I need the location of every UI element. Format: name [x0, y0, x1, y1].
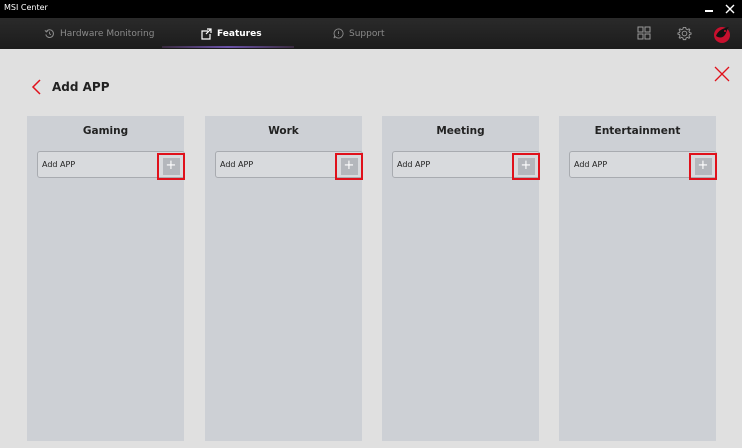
category-column-work: Work Add APP +: [205, 116, 363, 441]
add-app-field[interactable]: Add APP +: [37, 151, 185, 180]
active-tab-indicator: [162, 46, 294, 48]
add-app-button[interactable]: +: [689, 153, 717, 180]
category-column-entertainment: Entertainment Add APP +: [559, 116, 717, 441]
plus-icon: +: [340, 158, 358, 175]
back-chevron-icon[interactable]: [31, 79, 43, 95]
column-title: Gaming: [82, 125, 129, 137]
window-close-icon[interactable]: [722, 0, 738, 18]
add-app-button[interactable]: +: [335, 153, 363, 180]
title-bar: MSI Center: [0, 0, 742, 18]
window-title: MSI Center: [4, 3, 48, 12]
top-navigation: Hardware Monitoring Features Support: [0, 18, 742, 49]
tab-features[interactable]: Features: [200, 18, 262, 49]
minimize-icon[interactable]: [702, 0, 716, 18]
column-title: Meeting: [436, 125, 485, 137]
column-title: Work: [268, 125, 299, 137]
plus-icon: +: [517, 158, 535, 175]
share-square-icon: [201, 27, 212, 40]
column-title: Entertainment: [594, 125, 681, 137]
plus-icon: +: [694, 158, 712, 175]
add-app-label: Add APP: [397, 160, 431, 169]
grid-icon[interactable]: [637, 26, 651, 40]
page-title: Add APP: [52, 80, 110, 94]
category-column-gaming: Gaming Add APP +: [27, 116, 185, 441]
add-app-field[interactable]: Add APP +: [392, 151, 540, 180]
close-icon[interactable]: [714, 66, 730, 82]
add-app-label: Add APP: [574, 160, 608, 169]
plus-icon: +: [162, 158, 180, 175]
category-column-meeting: Meeting Add APP +: [382, 116, 540, 441]
refresh-circle-icon: [44, 29, 54, 38]
add-app-label: Add APP: [220, 160, 254, 169]
add-app-field[interactable]: Add APP +: [215, 151, 363, 180]
tab-label: Support: [349, 28, 385, 39]
tab-label: Hardware Monitoring: [60, 28, 155, 39]
gear-icon[interactable]: [677, 26, 692, 41]
dragon-logo-icon[interactable]: [712, 24, 732, 44]
tab-label: Features: [217, 28, 262, 39]
add-app-label: Add APP: [42, 160, 76, 169]
add-app-button[interactable]: +: [157, 153, 185, 180]
tab-hardware-monitoring[interactable]: Hardware Monitoring: [44, 18, 154, 49]
add-app-field[interactable]: Add APP +: [569, 151, 717, 180]
tab-support[interactable]: Support: [333, 18, 385, 49]
add-app-button[interactable]: +: [512, 153, 540, 180]
main-content: Add APP Gaming Add APP + Work Add APP + …: [0, 49, 742, 448]
chat-bubble-icon: [333, 28, 344, 39]
